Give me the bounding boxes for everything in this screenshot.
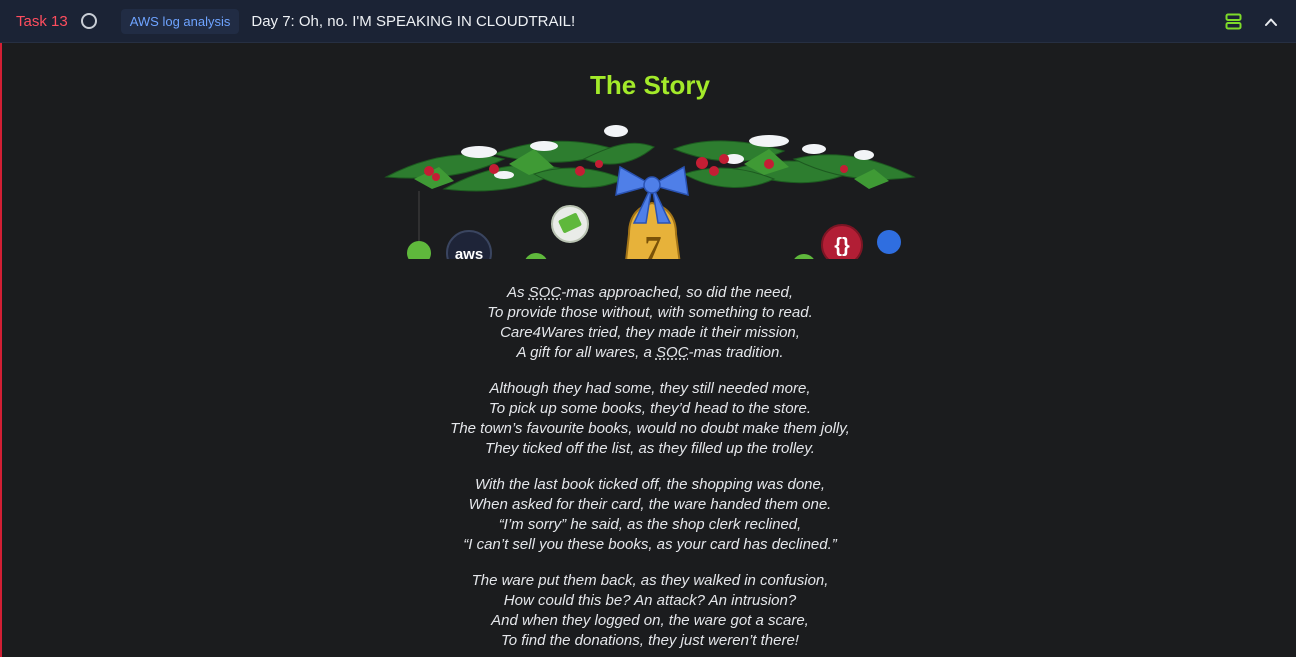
task-number: Task 13	[16, 12, 68, 30]
braces-ornament-text: {}	[834, 235, 850, 257]
bell-number: 7	[645, 230, 662, 259]
story-poem: As SOC-mas approached, so did the need, …	[2, 283, 1296, 657]
soc-abbreviation[interactable]: SOC	[656, 344, 689, 361]
poem-stanza: As SOC-mas approached, so did the need, …	[2, 283, 1296, 363]
poem-line: A gift for all wares, a SOC-mas traditio…	[516, 344, 784, 361]
christmas-garland-image: aws {} 7	[384, 125, 916, 259]
aws-logo-text: aws	[455, 246, 483, 259]
poem-line: The ware put them back, as they walked i…	[471, 572, 829, 589]
poem-line: Although they had some, they still neede…	[489, 380, 811, 397]
poem-line: With the last book ticked off, the shopp…	[474, 476, 826, 493]
poem-line: The town’s favourite books, would no dou…	[450, 420, 850, 437]
poem-line: And when they logged on, the ware got a …	[491, 612, 809, 629]
poem-line: How could this be? An attack? An intrusi…	[503, 592, 797, 609]
task-header[interactable]: Task 13 AWS log analysis Day 7: Oh, no. …	[0, 0, 1296, 43]
bell-icon: 7	[625, 201, 681, 259]
poem-line: When asked for their card, the ware hand…	[468, 496, 832, 513]
stack-icon[interactable]	[1225, 13, 1242, 30]
poem-line: To provide those without, with something…	[487, 304, 813, 321]
poem-line: As SOC-mas approached, so did the need,	[506, 284, 794, 301]
poem-line: They ticked off the list, as they filled…	[485, 440, 815, 457]
soc-abbreviation[interactable]: SOC	[529, 284, 562, 301]
topic-tag: AWS log analysis	[120, 8, 240, 34]
task-content: The Story aws {} 7 As SOC-mas approached…	[0, 43, 1296, 657]
poem-stanza: With the last book ticked off, the shopp…	[2, 475, 1296, 555]
chevron-up-icon[interactable]	[1264, 15, 1278, 29]
task-title: Day 7: Oh, no. I'M SPEAKING IN CLOUDTRAI…	[251, 12, 576, 30]
poem-line: To pick up some books, they’d head to th…	[488, 400, 812, 417]
poem-line: “I’m sorry” he said, as the shop clerk r…	[498, 516, 802, 533]
circle-status-icon	[80, 13, 97, 29]
poem-stanza: The ware put them back, as they walked i…	[2, 571, 1296, 651]
story-title: The Story	[590, 70, 710, 100]
poem-stanza: Although they had some, they still neede…	[2, 379, 1296, 459]
poem-line: To find the donations, they just weren’t…	[501, 632, 799, 649]
poem-line: Care4Wares tried, they made it their mis…	[500, 324, 800, 341]
poem-line: “I can’t sell you these books, as your c…	[463, 536, 837, 553]
